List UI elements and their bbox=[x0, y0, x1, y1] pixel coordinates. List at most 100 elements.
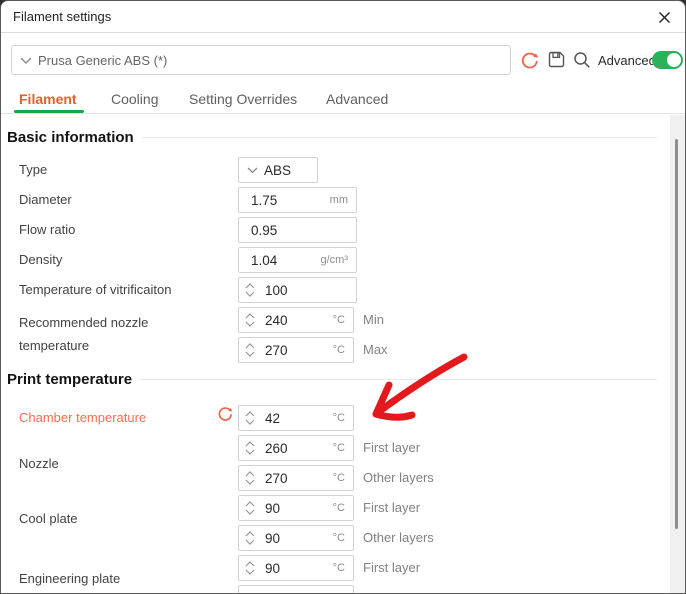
cool-plate-label: Cool plate bbox=[19, 511, 78, 526]
diameter-unit: mm bbox=[330, 194, 348, 206]
type-label: Type bbox=[19, 162, 47, 177]
nozzle-other-layers-input[interactable] bbox=[258, 471, 333, 486]
spinner-buttons[interactable] bbox=[242, 556, 258, 580]
spinner-buttons[interactable] bbox=[242, 338, 258, 362]
reset-preset-button[interactable] bbox=[520, 50, 540, 70]
nozzle-first-layer-input[interactable] bbox=[258, 441, 333, 456]
chamber-reset-button[interactable] bbox=[217, 405, 234, 422]
diameter-input[interactable] bbox=[239, 193, 330, 208]
spinner-down-icon bbox=[245, 291, 255, 297]
engineering-plate-other-layers-input[interactable] bbox=[258, 591, 353, 594]
spinner-up-icon bbox=[245, 283, 255, 289]
section-title: Print temperature bbox=[7, 371, 132, 388]
type-value: ABS bbox=[264, 163, 291, 178]
nozzle-other-layers-field: °C bbox=[238, 465, 354, 491]
max-side-label: Max bbox=[363, 342, 388, 357]
unit-celsius: °C bbox=[333, 412, 345, 424]
vitrification-label: Temperature of vitrificaiton bbox=[19, 282, 171, 297]
tab-cooling[interactable]: Cooling bbox=[111, 91, 158, 107]
nozzle-temp-max-input[interactable] bbox=[258, 343, 333, 358]
spinner-buttons[interactable] bbox=[242, 308, 258, 332]
spinner-down-icon bbox=[245, 569, 255, 575]
first-layer-side-label: First layer bbox=[363, 440, 420, 455]
vitrification-field bbox=[238, 277, 357, 303]
other-layers-side-label: Other layers bbox=[363, 530, 434, 545]
spinner-up-icon bbox=[245, 411, 255, 417]
recommended-nozzle-temp-label: Recommended nozzle temperature bbox=[19, 311, 191, 357]
spinner-down-icon bbox=[245, 539, 255, 545]
preset-combobox[interactable]: Prusa Generic ABS (*) bbox=[11, 45, 511, 75]
spinner-up-icon bbox=[245, 561, 255, 567]
tab-bar: Filament Cooling Setting Overrides Advan… bbox=[1, 89, 685, 114]
save-preset-button[interactable] bbox=[547, 50, 567, 70]
nozzle-temp-max-field: °C bbox=[238, 337, 354, 363]
unit-celsius: °C bbox=[333, 502, 345, 514]
cool-plate-first-layer-input[interactable] bbox=[258, 501, 333, 516]
spinner-up-icon bbox=[245, 313, 255, 319]
diameter-label: Diameter bbox=[19, 192, 72, 207]
spinner-down-icon bbox=[245, 449, 255, 455]
tab-filament[interactable]: Filament bbox=[19, 91, 77, 107]
engineering-plate-label: Engineering plate bbox=[19, 571, 120, 586]
scrollbar-thumb[interactable] bbox=[675, 139, 678, 529]
filament-settings-dialog: Filament settings Prusa Generic ABS (*) bbox=[0, 0, 686, 594]
preset-name: Prusa Generic ABS (*) bbox=[38, 53, 167, 68]
chevron-down-icon bbox=[20, 57, 32, 64]
spinner-buttons[interactable] bbox=[242, 406, 258, 430]
window-title: Filament settings bbox=[13, 9, 111, 24]
spinner-down-icon bbox=[245, 509, 255, 515]
section-print-temperature: Print temperature bbox=[7, 371, 657, 388]
spinner-up-icon bbox=[245, 471, 255, 477]
type-dropdown[interactable]: ABS bbox=[238, 157, 318, 183]
nozzle-label: Nozzle bbox=[19, 456, 59, 471]
unit-celsius: °C bbox=[333, 472, 345, 484]
save-icon bbox=[547, 50, 566, 69]
tab-divider bbox=[1, 113, 685, 114]
spinner-down-icon bbox=[245, 419, 255, 425]
cool-plate-first-layer-field: °C bbox=[238, 495, 354, 521]
vitrification-input[interactable] bbox=[258, 283, 356, 298]
other-layers-side-label: Other layers bbox=[363, 470, 434, 485]
toggle-knob bbox=[667, 53, 681, 67]
density-label: Density bbox=[19, 252, 62, 267]
nozzle-temp-min-input[interactable] bbox=[258, 313, 333, 328]
density-field: g/cm³ bbox=[238, 247, 357, 273]
spinner-down-icon bbox=[245, 321, 255, 327]
cool-plate-other-layers-field: °C bbox=[238, 525, 354, 551]
spinner-buttons[interactable] bbox=[242, 278, 258, 302]
unit-celsius: °C bbox=[333, 562, 345, 574]
section-basic-information: Basic information bbox=[7, 129, 657, 146]
spinner-buttons[interactable] bbox=[242, 526, 258, 550]
chamber-temp-field: °C bbox=[238, 405, 354, 431]
cool-plate-other-layers-input[interactable] bbox=[258, 531, 333, 546]
spinner-up-icon bbox=[245, 501, 255, 507]
close-button[interactable] bbox=[653, 6, 675, 28]
advanced-mode-label: Advanced bbox=[598, 53, 656, 68]
flow-ratio-input[interactable] bbox=[239, 223, 356, 238]
spinner-buttons[interactable] bbox=[242, 466, 258, 490]
tab-setting-overrides[interactable]: Setting Overrides bbox=[189, 91, 297, 107]
close-icon bbox=[658, 11, 671, 24]
diameter-field: mm bbox=[238, 187, 357, 213]
spinner-up-icon bbox=[245, 531, 255, 537]
unit-celsius: °C bbox=[333, 532, 345, 544]
spinner-buttons[interactable] bbox=[242, 436, 258, 460]
chevron-down-icon bbox=[247, 167, 258, 174]
search-preset-button[interactable] bbox=[572, 50, 592, 70]
unit-celsius: °C bbox=[333, 442, 345, 454]
advanced-mode-toggle[interactable] bbox=[652, 51, 683, 69]
chamber-temp-input[interactable] bbox=[258, 411, 333, 426]
refresh-icon bbox=[520, 50, 540, 70]
engineering-plate-first-layer-input[interactable] bbox=[258, 561, 333, 576]
density-unit: g/cm³ bbox=[321, 254, 349, 266]
tab-advanced[interactable]: Advanced bbox=[326, 91, 388, 107]
scrollbar-track[interactable] bbox=[670, 115, 685, 593]
density-input[interactable] bbox=[239, 253, 321, 268]
engineering-plate-first-layer-field: °C bbox=[238, 555, 354, 581]
spinner-down-icon bbox=[245, 479, 255, 485]
first-layer-side-label: First layer bbox=[363, 500, 420, 515]
refresh-icon bbox=[217, 405, 234, 422]
section-title: Basic information bbox=[7, 129, 134, 146]
spinner-buttons[interactable] bbox=[242, 496, 258, 520]
flow-ratio-label: Flow ratio bbox=[19, 222, 75, 237]
